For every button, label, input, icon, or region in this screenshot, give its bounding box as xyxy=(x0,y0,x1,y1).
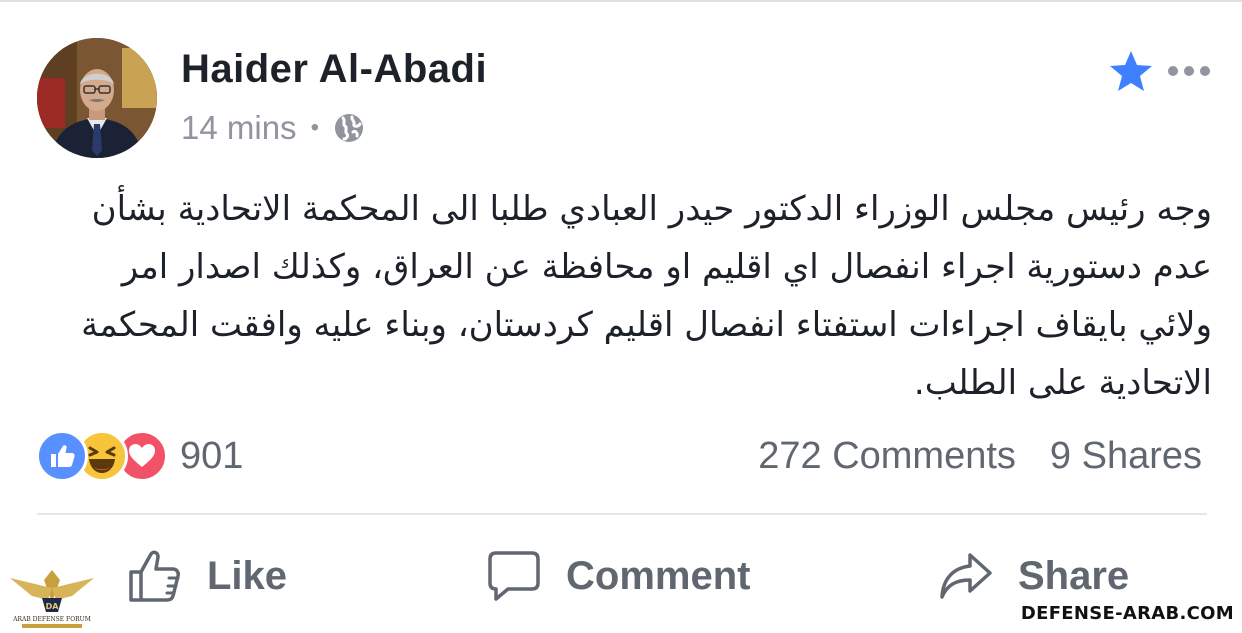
like-reaction-icon xyxy=(36,430,88,482)
share-button-label: Share xyxy=(1018,553,1130,598)
author-name[interactable]: Haider Al-Abadi xyxy=(181,47,487,92)
comments-count-link[interactable]: 272 Comments xyxy=(758,435,1016,478)
comment-bubble-icon xyxy=(488,551,540,601)
shares-count-link[interactable]: 9 Shares xyxy=(1050,435,1202,478)
star-icon[interactable] xyxy=(1108,49,1154,93)
like-button[interactable]: Like xyxy=(127,545,287,607)
share-button[interactable]: Share xyxy=(938,545,1129,607)
reactions-summary[interactable]: 901 xyxy=(36,430,244,482)
reaction-count: 901 xyxy=(180,434,244,477)
svg-text:DA: DA xyxy=(46,602,60,611)
post-time[interactable]: 14 mins xyxy=(181,109,297,147)
facebook-post: Haider Al-Abadi 14 mins • وجه رئيس مجلس … xyxy=(0,0,1242,633)
more-dots-icon[interactable] xyxy=(1167,64,1211,78)
action-bar-divider xyxy=(37,513,1207,515)
arab-defense-forum-logo: DA ARAB DEFENSE FORUM xyxy=(10,570,94,628)
engagement-stats: 272 Comments 9 Shares xyxy=(758,433,1202,479)
svg-text:ARAB DEFENSE FORUM: ARAB DEFENSE FORUM xyxy=(12,616,91,623)
comment-button-label: Comment xyxy=(566,553,751,598)
thumbs-up-icon xyxy=(129,550,180,602)
author-avatar[interactable] xyxy=(37,38,157,158)
post-body-text: وجه رئيس مجلس الوزراء الدكتور حيدر العبا… xyxy=(81,189,1212,403)
share-arrow-icon xyxy=(940,553,992,599)
globe-icon xyxy=(334,114,363,142)
post-meta: 14 mins • xyxy=(181,108,365,148)
like-button-label: Like xyxy=(207,553,288,598)
meta-separator: • xyxy=(310,114,319,141)
comment-button[interactable]: Comment xyxy=(486,545,750,607)
watermark-site: DEFENSE-ARAB.COM xyxy=(1018,603,1236,624)
